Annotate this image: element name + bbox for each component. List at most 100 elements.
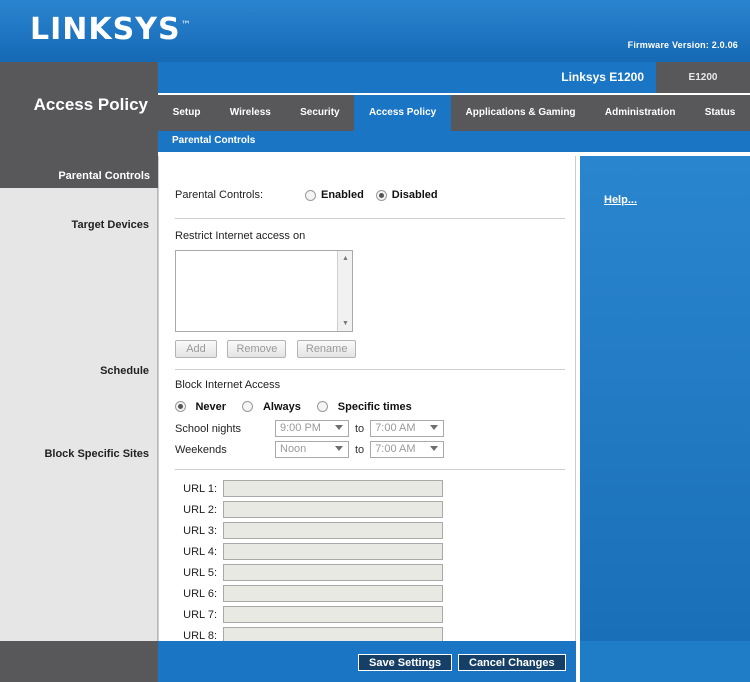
model-name-primary: Linksys E1200 bbox=[549, 62, 656, 93]
url-input-1[interactable] bbox=[223, 480, 443, 497]
schedule-always-radio[interactable] bbox=[242, 401, 254, 412]
url-label-4: URL 4: bbox=[183, 545, 217, 558]
target-devices-listbox[interactable]: ▲ ▼ bbox=[175, 250, 353, 332]
url-input-5[interactable] bbox=[223, 564, 443, 581]
weekends-to-label: to bbox=[355, 443, 365, 456]
subnav-item-parental-controls[interactable]: Parental Controls bbox=[172, 135, 255, 146]
url-label-7: URL 7: bbox=[183, 608, 217, 621]
blocked-urls-list: URL 1: URL 2: URL 3: URL 4: URL 5: URL 6: URL … bbox=[175, 480, 565, 644]
content-panel: Parental Controls: Enabled Disabled Rest… bbox=[158, 156, 576, 644]
listbox-scrollbar[interactable]: ▲ ▼ bbox=[337, 251, 352, 331]
school-nights-until-select[interactable]: 7:00 AM bbox=[370, 420, 445, 437]
add-button[interactable]: Add bbox=[175, 340, 217, 358]
help-link[interactable]: Help... bbox=[604, 194, 637, 206]
footer-left-spacer bbox=[0, 641, 158, 682]
url-row: URL 2: bbox=[175, 501, 565, 518]
footer-actions: Save Settings Cancel Changes bbox=[158, 641, 576, 682]
school-nights-label: School nights bbox=[175, 422, 242, 435]
help-panel: Help... bbox=[576, 156, 750, 641]
url-row: URL 5: bbox=[175, 564, 565, 581]
schedule-row-weekends: Weekends Noon to 7:00 AM bbox=[175, 441, 565, 458]
url-input-7[interactable] bbox=[223, 606, 443, 623]
schedule-options-row: Never Always Specific times bbox=[175, 397, 565, 415]
chevron-down-icon bbox=[430, 425, 439, 430]
parental-controls-disabled-radio[interactable] bbox=[375, 189, 387, 201]
url-row: URL 1: bbox=[175, 480, 565, 497]
url-label-6: URL 6: bbox=[183, 587, 217, 600]
firmware-version-label: Firmware Version: 2.0.06 bbox=[627, 40, 738, 50]
url-row: URL 6: bbox=[175, 585, 565, 602]
schedule-row-school-nights: School nights 9:00 PM to 7:00 AM bbox=[175, 420, 565, 437]
schedule-specific-times-label[interactable]: Specific times bbox=[338, 401, 412, 413]
trademark-icon: ™ bbox=[180, 20, 192, 31]
cancel-changes-button[interactable]: Cancel Changes bbox=[458, 654, 566, 671]
tab-status[interactable]: Status bbox=[690, 95, 750, 131]
sub-navigation: Parental Controls bbox=[158, 131, 750, 152]
weekends-from-select[interactable]: Noon bbox=[275, 441, 349, 458]
tab-administration[interactable]: Administration bbox=[590, 95, 690, 131]
brand-bar: LINKSYS™ Firmware Version: 2.0.06 bbox=[0, 0, 750, 62]
sidebar: Parental Controls Target Devices Schedul… bbox=[0, 166, 158, 641]
save-settings-button[interactable]: Save Settings bbox=[358, 654, 453, 671]
logo-text: LINKSYS bbox=[30, 12, 181, 47]
tab-applications-gaming[interactable]: Applications & Gaming bbox=[451, 95, 590, 131]
parental-controls-row: Parental Controls: Enabled Disabled bbox=[175, 184, 565, 206]
page-title: Access Policy bbox=[33, 95, 148, 114]
parental-controls-enabled-radio[interactable] bbox=[305, 189, 316, 201]
chevron-down-icon bbox=[335, 425, 343, 430]
schedule-never-radio[interactable] bbox=[175, 401, 186, 412]
url-label-3: URL 3: bbox=[183, 524, 217, 537]
url-input-4[interactable] bbox=[223, 543, 443, 560]
sidebar-item-schedule: Schedule bbox=[100, 365, 149, 377]
weekends-label: Weekends bbox=[175, 443, 227, 456]
page-title-block: Access Policy bbox=[0, 62, 158, 166]
linksys-logo: LINKSYS™ bbox=[30, 12, 192, 47]
target-devices-buttons: Add Remove Rename bbox=[175, 339, 565, 358]
sidebar-heading-label: Parental Controls bbox=[58, 170, 150, 182]
block-internet-access-label: Block Internet Access bbox=[175, 379, 281, 391]
scroll-down-icon[interactable]: ▼ bbox=[338, 316, 353, 331]
chevron-down-icon bbox=[430, 446, 439, 451]
school-nights-from-select[interactable]: 9:00 PM bbox=[275, 420, 349, 437]
sidebar-item-target-devices: Target Devices bbox=[71, 219, 149, 231]
schedule-specific-times-radio[interactable] bbox=[317, 401, 329, 412]
footer-right-spacer bbox=[576, 641, 750, 682]
parental-controls-label: Parental Controls: bbox=[175, 189, 264, 201]
url-label-5: URL 5: bbox=[183, 566, 217, 579]
main-navigation: Setup Wireless Security Access Policy Applic… bbox=[158, 93, 750, 131]
schedule-always-label[interactable]: Always bbox=[263, 401, 301, 413]
url-input-6[interactable] bbox=[223, 585, 443, 602]
url-input-3[interactable] bbox=[223, 522, 443, 539]
parental-controls-disabled-label[interactable]: Disabled bbox=[392, 189, 438, 201]
tab-setup[interactable]: Setup bbox=[158, 95, 215, 131]
school-nights-until-value: 7:00 AM bbox=[375, 422, 416, 434]
sidebar-heading: Parental Controls bbox=[0, 166, 158, 188]
weekends-until-select[interactable]: 7:00 AM bbox=[370, 441, 445, 458]
url-row: URL 4: bbox=[175, 543, 565, 560]
tab-security[interactable]: Security bbox=[285, 95, 354, 131]
school-nights-to-label: to bbox=[355, 422, 365, 435]
tab-access-policy[interactable]: Access Policy bbox=[354, 95, 451, 131]
model-name-secondary: E1200 bbox=[656, 62, 750, 93]
router-admin-page: LINKSYS™ Firmware Version: 2.0.06 Access… bbox=[0, 0, 750, 682]
url-row: URL 3: bbox=[175, 522, 565, 539]
sidebar-item-block-specific-sites: Block Specific Sites bbox=[44, 448, 149, 460]
url-label-8: URL 8: bbox=[183, 629, 217, 642]
chevron-down-icon bbox=[335, 446, 343, 451]
parental-controls-enabled-label[interactable]: Enabled bbox=[321, 189, 364, 201]
model-strip: Linksys E1200 E1200 bbox=[158, 62, 750, 93]
rename-button[interactable]: Rename bbox=[296, 340, 357, 358]
schedule-never-label[interactable]: Never bbox=[195, 401, 226, 413]
url-label-1: URL 1: bbox=[183, 482, 217, 495]
weekends-until-value: 7:00 AM bbox=[375, 443, 416, 455]
scroll-up-icon[interactable]: ▲ bbox=[338, 251, 353, 266]
url-input-2[interactable] bbox=[223, 501, 443, 518]
remove-button[interactable]: Remove bbox=[227, 340, 287, 358]
tab-list: Setup Wireless Security Access Policy Applic… bbox=[158, 95, 750, 131]
school-nights-from-value: 9:00 PM bbox=[280, 422, 321, 434]
restrict-access-label: Restrict Internet access on bbox=[175, 230, 306, 242]
weekends-from-value: Noon bbox=[280, 443, 307, 455]
url-label-2: URL 2: bbox=[183, 503, 217, 516]
url-row: URL 7: bbox=[175, 606, 565, 623]
tab-wireless[interactable]: Wireless bbox=[215, 95, 285, 131]
